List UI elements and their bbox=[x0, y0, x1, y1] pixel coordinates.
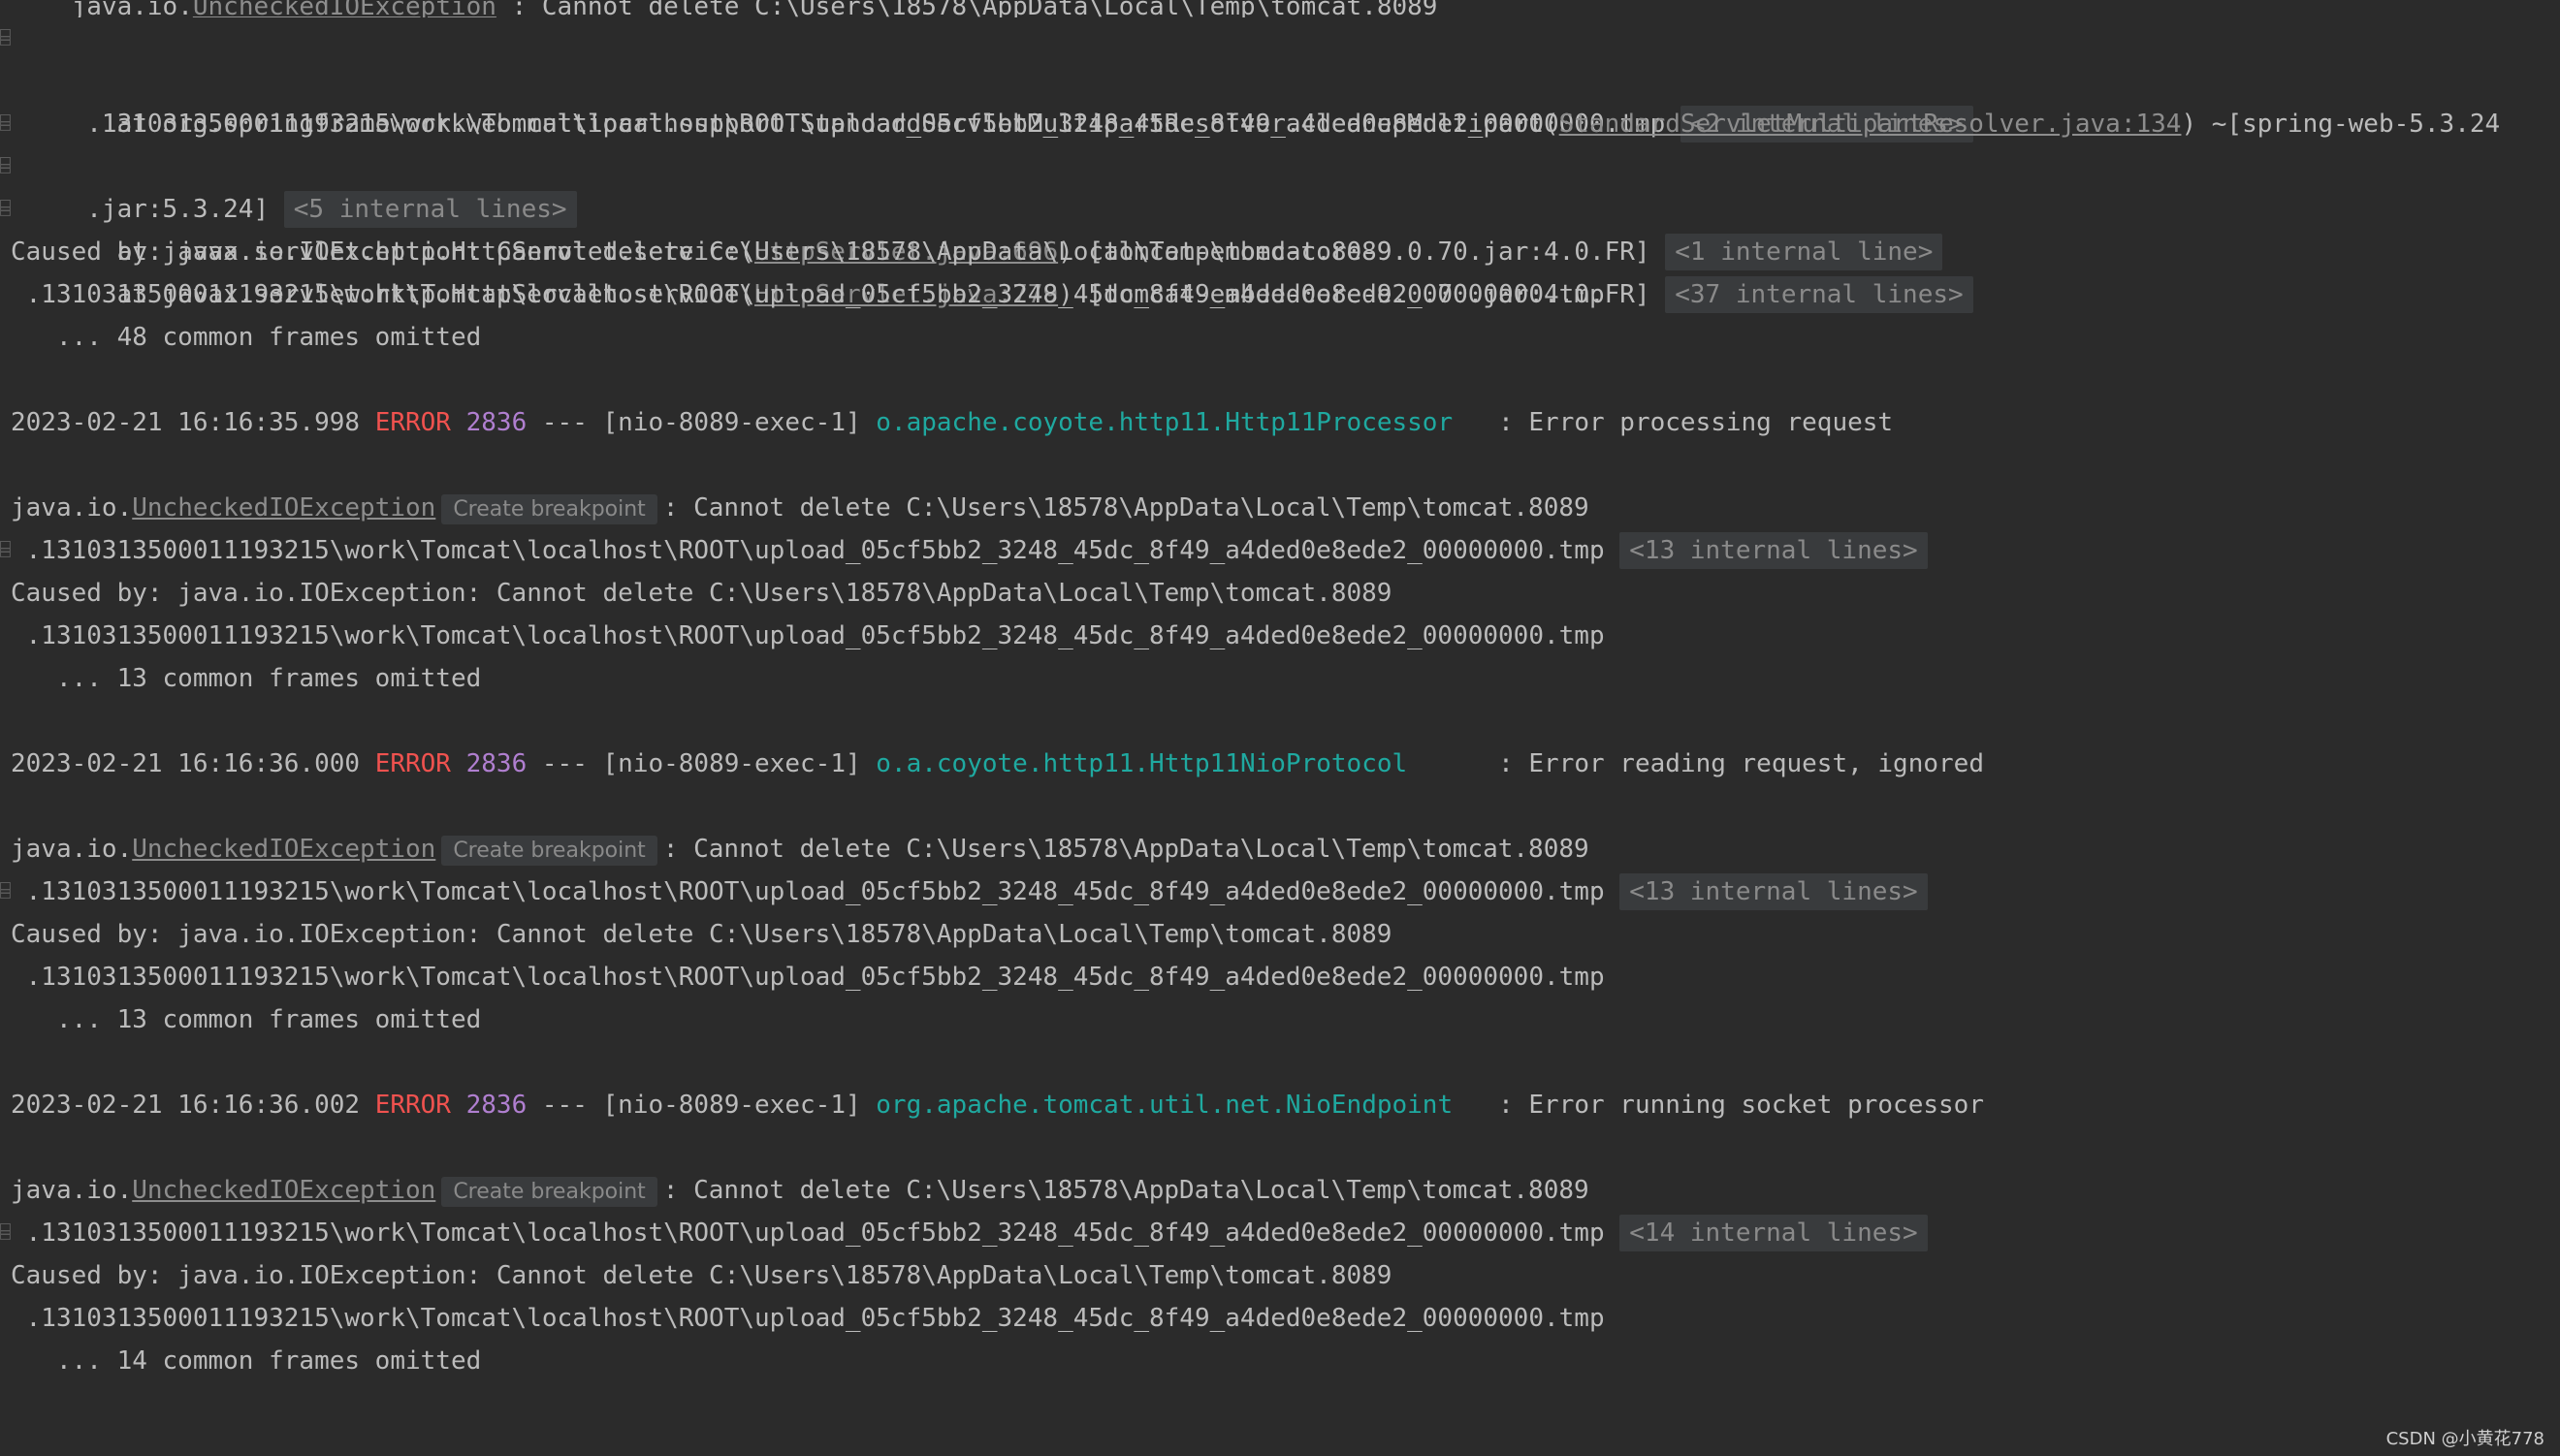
frames-omitted-text: ... 13 common frames omitted bbox=[11, 664, 482, 693]
console-line: Caused by: java.io.IOException: Cannot d… bbox=[0, 231, 2560, 273]
log-timestamp: 2023-02-21 16:16:36.002 bbox=[11, 1091, 375, 1120]
console-line: ... 13 common frames omitted bbox=[0, 657, 2560, 700]
frames-omitted-text: ... 13 common frames omitted bbox=[11, 1005, 482, 1034]
stack-path-text: .1310313500011193215\work\Tomcat\localho… bbox=[11, 536, 1605, 565]
console-line: java.io.UncheckedIOException Create break… bbox=[0, 1169, 2560, 1212]
console-line: ... 48 common frames omitted bbox=[0, 316, 2560, 359]
exception-prefix: java.io. bbox=[71, 0, 193, 17]
exception-link[interactable]: UncheckedIOException bbox=[193, 0, 496, 17]
log-pid: 2836 bbox=[450, 749, 528, 778]
fold-gutter-icon[interactable]: ⌸ bbox=[0, 870, 11, 913]
log-pid: 2836 bbox=[450, 408, 528, 437]
console-line: java.io.UncheckedIOException Create break… bbox=[0, 828, 2560, 870]
exception-message: : Cannot delete C:\Users\18578\AppData\L… bbox=[662, 835, 1589, 864]
log-timestamp: 2023-02-21 16:16:35.998 bbox=[11, 408, 375, 437]
exception-prefix: java.io. bbox=[11, 835, 133, 864]
console-line: .1310313500011193215\work\Tomcat\localho… bbox=[0, 1297, 2560, 1340]
console-line: ... 13 common frames omitted bbox=[0, 998, 2560, 1041]
caused-by-text: Caused by: java.io.IOException: Cannot d… bbox=[11, 579, 1392, 608]
stack-path-text: .1310313500011193215\work\Tomcat\localho… bbox=[11, 877, 1605, 906]
console-line: ⌸ .1310313500011193215\work\Tomcat\local… bbox=[0, 529, 2560, 572]
stack-path-text: .1310313500011193215\work\Tomcat\localho… bbox=[11, 963, 1605, 992]
create-breakpoint-button[interactable]: Create breakpoint bbox=[441, 836, 657, 866]
log-logger: org.apache.tomcat.util.net.NioEndpoint bbox=[876, 1091, 1484, 1120]
log-logger: o.apache.coyote.http11.Http11Processor bbox=[876, 408, 1484, 437]
fold-gutter-icon[interactable]: ⌸ bbox=[0, 103, 11, 145]
create-breakpoint-button[interactable]: Create breakpoint bbox=[441, 1177, 657, 1207]
exception-prefix: java.io. bbox=[11, 1176, 133, 1205]
log-entry-line: 2023-02-21 16:16:35.998 ERROR 2836 --- [… bbox=[0, 401, 2560, 444]
console-line: Caused by: java.io.IOException: Cannot d… bbox=[0, 572, 2560, 615]
console-line: Caused by: java.io.IOException: Cannot d… bbox=[0, 913, 2560, 956]
exception-link[interactable]: UncheckedIOException bbox=[132, 493, 435, 522]
fold-gutter-icon[interactable]: ⌸ bbox=[0, 145, 11, 188]
log-thread: --- [nio-8089-exec-1] bbox=[527, 408, 877, 437]
fold-gutter-icon[interactable]: ⌸ bbox=[0, 529, 11, 572]
stack-path-text: .1310313500011193215\work\Tomcat\localho… bbox=[11, 280, 1605, 309]
console-line: ⌸ .1310313500011193215\work\Tomcat\local… bbox=[0, 1212, 2560, 1254]
exception-link[interactable]: UncheckedIOException bbox=[132, 1176, 435, 1205]
frames-omitted-text: ... 14 common frames omitted bbox=[11, 1346, 482, 1376]
console-line: .1310313500011193215\work\Tomcat\localho… bbox=[0, 615, 2560, 657]
console-line: ⌸ .1310313500011193215\work\Tomcat\local… bbox=[0, 870, 2560, 913]
exception-link[interactable]: UncheckedIOException bbox=[132, 835, 435, 864]
console-output: java.io.UncheckedIOException : Cannot de… bbox=[0, 0, 2560, 1382]
console-line: ⌸ .jar:5.3.24] <5 internal lines> bbox=[0, 103, 2560, 228]
stack-path-text: .1310313500011193215\work\Tomcat\localho… bbox=[11, 621, 1605, 650]
console-line: at org.springframework.web.multipart.sup… bbox=[0, 60, 2560, 139]
caused-by-text: Caused by: java.io.IOException: Cannot d… bbox=[11, 1261, 1392, 1290]
log-level: ERROR bbox=[374, 749, 451, 778]
console-line: java.io.UncheckedIOException : Cannot de… bbox=[0, 0, 2560, 17]
log-level: ERROR bbox=[374, 408, 451, 437]
log-pid: 2836 bbox=[450, 1091, 528, 1120]
frames-omitted-text: ... 48 common frames omitted bbox=[11, 323, 482, 352]
watermark: CSDN @小黄花778 bbox=[2385, 1429, 2544, 1449]
exception-message: : Cannot delete C:\Users\18578\AppData\L… bbox=[662, 493, 1589, 522]
console-line: ⌸ at javax.servlet.http.HttpServlet.serv… bbox=[0, 145, 2560, 270]
console-line: .1310313500011193215\work\Tomcat\localho… bbox=[0, 956, 2560, 998]
console-line: ⌸ .1310313500011193215\work\Tomcat\local… bbox=[0, 17, 2560, 142]
console-line: .1310313500011193215\work\Tomcat\localho… bbox=[0, 273, 2560, 316]
create-breakpoint-button[interactable]: Create breakpoint bbox=[441, 494, 657, 524]
stack-path-text: .1310313500011193215\work\Tomcat\localho… bbox=[11, 1219, 1605, 1248]
stack-path-text: .1310313500011193215\work\Tomcat\localho… bbox=[11, 1304, 1605, 1333]
internal-lines-fold[interactable]: <13 internal lines> bbox=[1619, 873, 1928, 910]
console-line: ⌸ at javax.servlet.http.HttpServlet.serv… bbox=[0, 188, 2560, 313]
console-line: Caused by: java.io.IOException: Cannot d… bbox=[0, 1254, 2560, 1297]
caused-by-text: Caused by: java.io.IOException: Cannot d… bbox=[11, 920, 1392, 949]
log-entry-line: 2023-02-21 16:16:36.002 ERROR 2836 --- [… bbox=[0, 1084, 2560, 1126]
log-thread: --- [nio-8089-exec-1] bbox=[527, 1091, 877, 1120]
log-entry-line: 2023-02-21 16:16:36.000 ERROR 2836 --- [… bbox=[0, 743, 2560, 785]
log-thread: --- [nio-8089-exec-1] bbox=[527, 749, 877, 778]
log-level: ERROR bbox=[374, 1091, 451, 1120]
internal-lines-fold[interactable]: <13 internal lines> bbox=[1619, 532, 1928, 569]
log-message: : Error running socket processor bbox=[1483, 1091, 1984, 1120]
log-message: : Error processing request bbox=[1483, 408, 1894, 437]
log-logger: o.a.coyote.http11.Http11NioProtocol bbox=[876, 749, 1484, 778]
fold-gutter-icon[interactable]: ⌸ bbox=[0, 1212, 11, 1254]
log-timestamp: 2023-02-21 16:16:36.000 bbox=[11, 749, 375, 778]
exception-prefix: java.io. bbox=[11, 493, 133, 522]
exception-message: : Cannot delete C:\Users\18578\AppData\L… bbox=[662, 1176, 1589, 1205]
fold-gutter-icon[interactable]: ⌸ bbox=[0, 17, 11, 60]
internal-lines-fold[interactable]: <14 internal lines> bbox=[1619, 1215, 1928, 1251]
console-line: ... 14 common frames omitted bbox=[0, 1340, 2560, 1382]
fold-gutter-icon[interactable]: ⌸ bbox=[0, 188, 11, 231]
exception-message: : Cannot delete C:\Users\18578\AppData\L… bbox=[496, 0, 1438, 17]
log-message: : Error reading request, ignored bbox=[1483, 749, 1984, 778]
console-line: java.io.UncheckedIOException Create break… bbox=[0, 487, 2560, 529]
caused-by-text: Caused by: java.io.IOException: Cannot d… bbox=[11, 237, 1392, 267]
